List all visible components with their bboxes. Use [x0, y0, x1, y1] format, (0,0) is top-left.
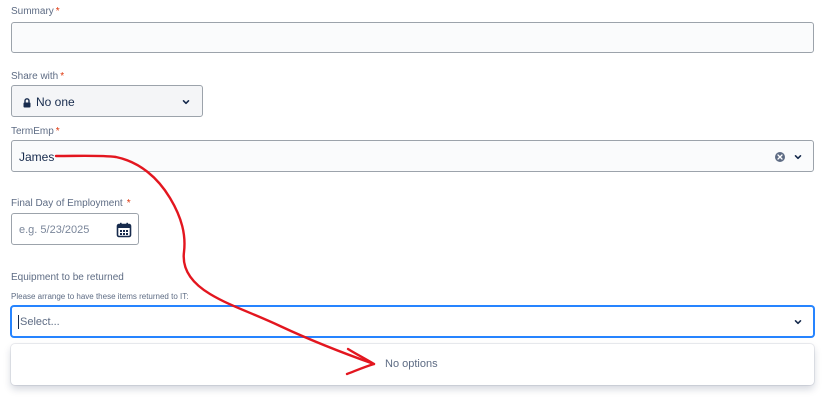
final-day-label: Final Day of Employment *	[11, 198, 131, 209]
chevron-down-icon[interactable]	[178, 94, 194, 110]
equipment-select[interactable]: Select...	[11, 306, 814, 337]
lock-icon	[21, 96, 33, 108]
equipment-dropdown-menu: No options	[11, 344, 814, 385]
required-mark: *	[126, 198, 131, 209]
calendar-icon[interactable]	[116, 222, 132, 238]
termemp-label: TermEmp *	[11, 126, 60, 137]
clear-icon[interactable]	[774, 150, 786, 162]
summary-label-text: Summary	[11, 6, 54, 17]
share-with-select[interactable]: No one	[11, 85, 203, 117]
chevron-down-icon[interactable]	[790, 314, 806, 330]
final-day-placeholder: e.g. 5/23/2025	[19, 224, 90, 236]
summary-label: Summary *	[11, 6, 60, 17]
summary-input[interactable]	[11, 22, 814, 53]
equipment-label: Equipment to be returned	[11, 272, 124, 283]
termemp-select[interactable]: James	[11, 140, 814, 172]
no-options-message: No options	[385, 358, 438, 370]
required-mark: *	[55, 126, 60, 137]
share-with-label: Share with *	[11, 71, 64, 82]
equipment-placeholder: Select...	[20, 316, 60, 328]
text-cursor	[18, 315, 19, 329]
final-day-date-input[interactable]: e.g. 5/23/2025	[11, 213, 139, 245]
equipment-helper-text: Please arrange to have these items retur…	[11, 292, 189, 301]
required-mark: *	[60, 71, 65, 82]
termemp-label-text: TermEmp	[11, 126, 54, 137]
chevron-down-icon[interactable]	[790, 149, 806, 165]
termemp-value: James	[19, 150, 55, 164]
share-with-value: No one	[36, 95, 75, 109]
final-day-label-text: Final Day of Employment	[11, 198, 123, 209]
share-with-label-text: Share with	[11, 71, 59, 82]
required-mark: *	[55, 6, 60, 17]
